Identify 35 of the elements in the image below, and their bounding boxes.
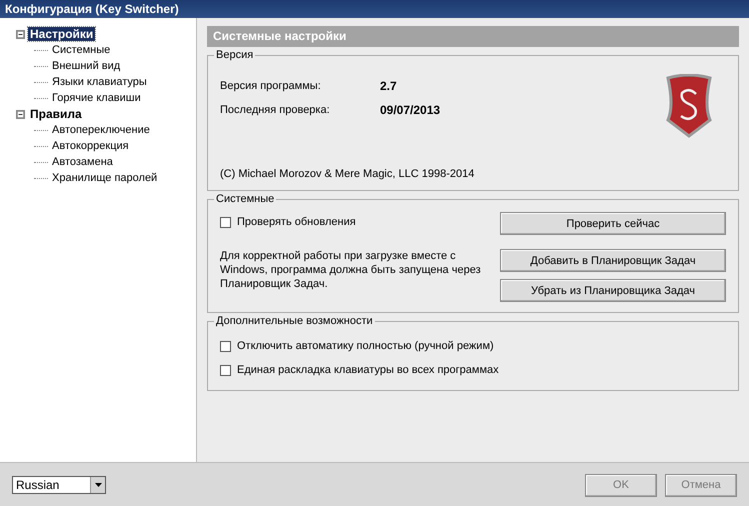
field-value: 09/07/2013 (380, 103, 440, 117)
tree-item[interactable]: Горячие клавиши (50, 92, 143, 104)
field-label: Версия программы: (220, 80, 322, 92)
field-label: Последняя проверка: (220, 104, 331, 116)
tree-item[interactable]: Автопереключение (50, 124, 152, 136)
language-dropdown[interactable]: Russian (12, 476, 106, 494)
group-title: Дополнительные возможности (214, 315, 375, 327)
checkbox[interactable] (220, 216, 231, 228)
dropdown-arrow-icon (94, 483, 102, 487)
tree-item[interactable]: Хранилище паролей (50, 172, 160, 184)
checkbox-label[interactable]: Проверять обновления (237, 216, 356, 228)
collapse-icon[interactable] (16, 110, 25, 118)
checkbox[interactable] (220, 364, 231, 376)
tree-item[interactable]: Системные (50, 44, 112, 56)
scheduler-button[interactable]: Убрать из Планировщика Задач (500, 279, 726, 302)
group-title: Версия (214, 49, 256, 61)
info-text: Для корректной работы при загрузке вместе с Windows, программа должна быть запущена через Планировщик Задач. (220, 249, 482, 291)
tree-item[interactable]: Внешний вид (50, 60, 122, 72)
group-title: Системные (214, 193, 276, 205)
page-title: Системные настройки (207, 26, 739, 47)
tree-item[interactable]: Настройки (28, 27, 96, 41)
collapse-icon[interactable] (16, 30, 25, 38)
tree-item[interactable]: Автозамена (50, 156, 115, 168)
tree-item[interactable]: Языки клавиатуры (50, 76, 149, 88)
check-now-button[interactable]: Проверить сейчас (500, 212, 726, 235)
window-title: Конфигурация (Key Switcher) (0, 0, 749, 18)
tree-item[interactable]: Правила (28, 107, 84, 121)
checkbox-label[interactable]: Отключить автоматику полностью (ручной режим) (237, 340, 494, 352)
scheduler-button[interactable]: Добавить в Планировщик Задач (500, 249, 726, 272)
checkbox[interactable] (220, 340, 231, 352)
checkbox-label[interactable]: Единая раскладка клавиатуры во всех программах (237, 364, 499, 376)
tree-item[interactable]: Автокоррекция (50, 140, 131, 152)
field-value: 2.7 (380, 79, 397, 93)
shield-logo-icon (664, 74, 714, 138)
copyright-text: (C) Michael Morozov & Mere Magic, LLC 1998-2014 (220, 168, 476, 180)
